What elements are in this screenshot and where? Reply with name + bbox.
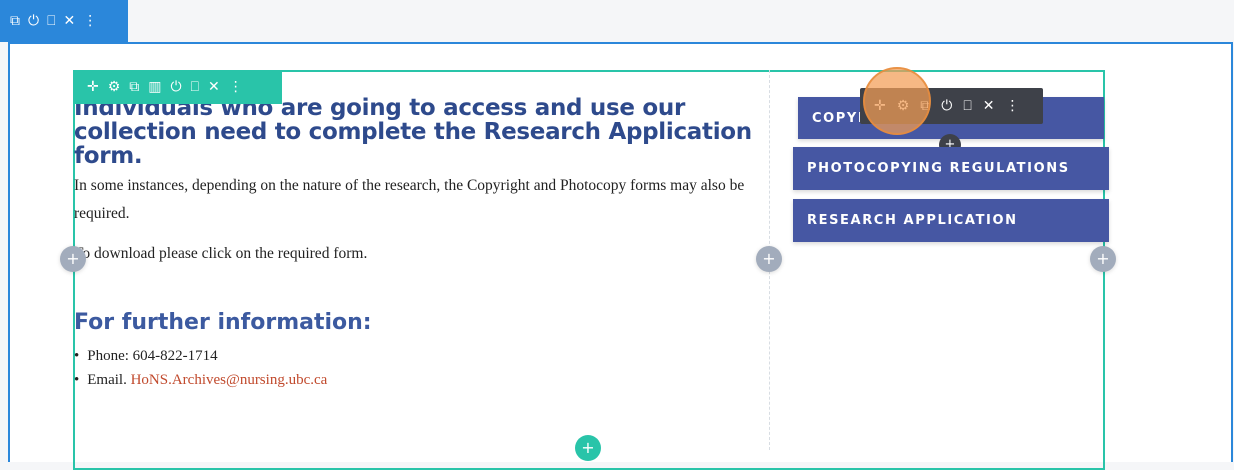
add-row-icon[interactable]: + (575, 435, 601, 461)
click-highlight (863, 67, 931, 135)
list-item: Email. HoNS.Archives@nursing.ubc.ca (74, 368, 327, 392)
download-paragraph: To download please click on the required… (74, 245, 368, 262)
more-icon[interactable]: ⋮ (229, 80, 243, 94)
power-icon[interactable]: ⏻ (28, 14, 39, 28)
contact-list: Phone: 604-822-1714 Email. HoNS.Archives… (74, 344, 327, 392)
duplicate-icon[interactable]: ⧉ (10, 14, 20, 28)
columns-icon[interactable]: ▥ (148, 80, 161, 94)
close-icon[interactable]: ✕ (208, 80, 220, 94)
add-module-left-icon[interactable]: + (60, 246, 86, 272)
row-toolbar: ✛ ⚙ ⧉ ▥ ⏻ ⎕ ✕ ⋮ (73, 70, 282, 104)
more-icon[interactable]: ⋮ (83, 14, 97, 28)
power-icon[interactable]: ⏻ (171, 80, 182, 94)
add-module-middle-icon[interactable]: + (756, 246, 782, 272)
trash-icon[interactable]: ⎕ (963, 99, 971, 113)
list-item: Phone: 604-822-1714 (74, 344, 327, 368)
email-link[interactable]: HoNS.Archives@nursing.ubc.ca (131, 372, 328, 388)
add-module-right-icon[interactable]: + (1090, 246, 1116, 272)
phone-text: Phone: 604-822-1714 (87, 348, 218, 364)
close-icon[interactable]: ✕ (63, 14, 75, 28)
trash-icon[interactable]: ⎕ (191, 80, 199, 94)
section-toolbar: ⧉ ⏻ ⎕ ✕ ⋮ (0, 0, 128, 42)
email-label: Email. (87, 372, 127, 388)
duplicate-icon[interactable]: ⧉ (129, 80, 139, 94)
gear-icon[interactable]: ⚙ (108, 80, 121, 94)
move-icon[interactable]: ✛ (87, 80, 99, 94)
intro-paragraph: In some instances, depending on the natu… (74, 177, 745, 222)
further-info-heading: For further information: (74, 310, 372, 335)
page-heading: Individuals who are going to access and … (74, 95, 752, 169)
research-application-button[interactable]: RESEARCH APPLICATION (793, 199, 1109, 242)
power-icon[interactable]: ⏻ (941, 99, 952, 113)
trash-icon[interactable]: ⎕ (47, 14, 55, 28)
more-icon[interactable]: ⋮ (1006, 99, 1020, 113)
close-icon[interactable]: ✕ (983, 99, 995, 113)
photocopying-regulations-button[interactable]: PHOTOCOPYING REGULATIONS (793, 147, 1109, 190)
